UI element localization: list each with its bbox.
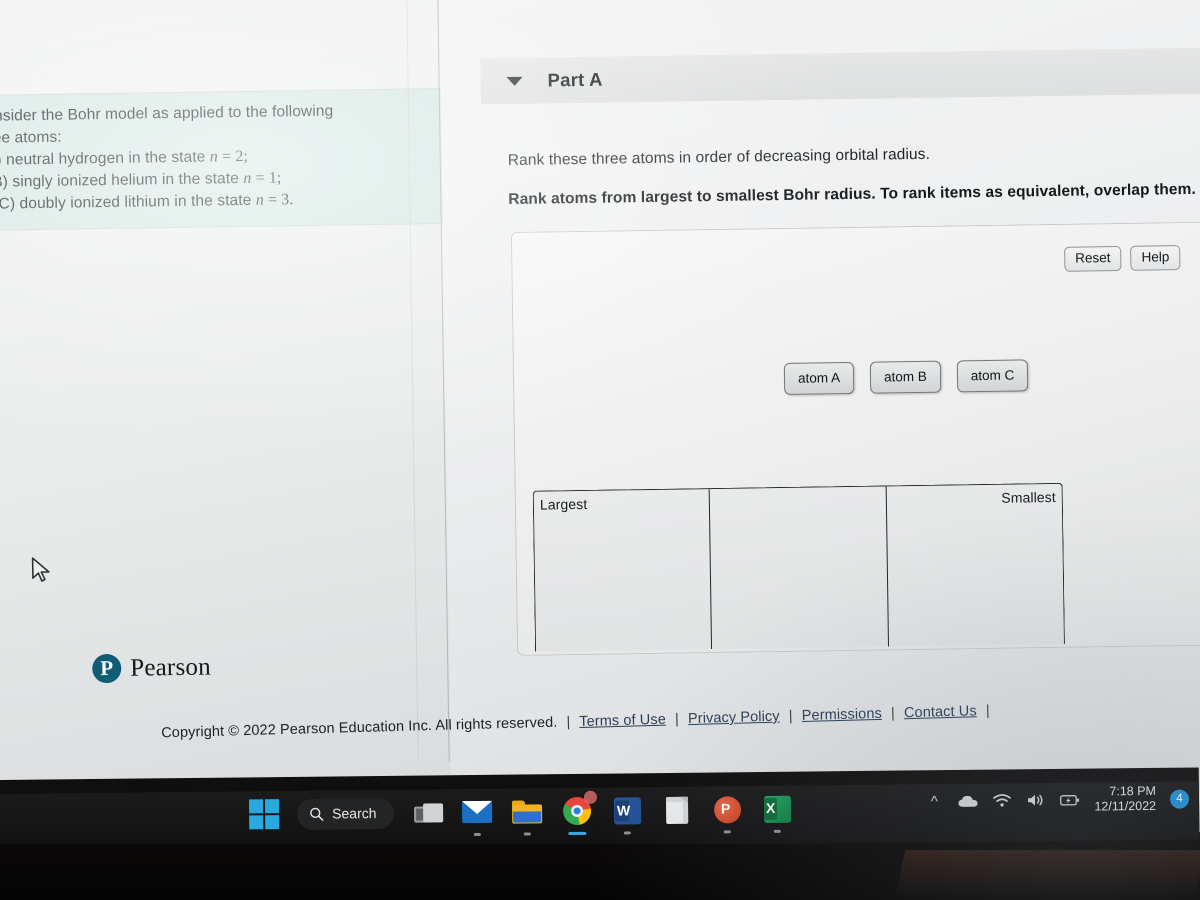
monitor-screen: Consider the Bohr model as applied to th… (0, 0, 1200, 850)
running-indicator (474, 832, 482, 837)
speaker-icon[interactable] (1026, 791, 1046, 809)
cloud-icon[interactable] (958, 792, 978, 810)
battery-charging-icon[interactable] (1060, 791, 1080, 809)
link-permissions[interactable]: Permissions (802, 706, 882, 724)
clock-date: 12/11/2022 (1094, 798, 1157, 814)
taskbar-item-powerpoint[interactable]: P (710, 792, 744, 834)
taskbar-item-task-view[interactable] (410, 795, 444, 829)
windows-logo-icon (248, 798, 280, 830)
pearson-p-icon: P (92, 653, 122, 684)
workspace-toolbar: Reset Help (1064, 245, 1181, 272)
taskbar-item-mail[interactable] (460, 795, 494, 837)
ranking-instruction: Rank atoms from largest to smallest Bohr… (508, 180, 1196, 209)
document-icon (666, 796, 689, 824)
reset-button[interactable]: Reset (1064, 245, 1122, 272)
answer-workspace: Reset Help atom A atom B atom C Largest (510, 221, 1200, 656)
link-contact-us[interactable]: Contact Us (904, 703, 977, 721)
mouse-pointer-icon (31, 557, 50, 582)
running-indicator-active (568, 831, 587, 836)
pearson-wordmark: Pearson (130, 653, 212, 682)
task-view-icon (414, 802, 444, 823)
notification-count-badge[interactable]: 4 (1169, 789, 1190, 809)
drop-zone-3[interactable]: Smallest (885, 483, 1064, 647)
running-indicator (624, 831, 632, 835)
taskbar-clock[interactable]: 7:18 PM 12/11/2022 (1094, 784, 1156, 815)
drop-zone-2[interactable] (708, 486, 888, 650)
start-button[interactable] (247, 797, 281, 831)
taskbar-item-excel[interactable]: X (760, 792, 794, 833)
draggable-item-atom-a[interactable]: atom A (783, 361, 855, 395)
system-tray: ^ 7:18 PM 12/11/2022 4 (924, 784, 1190, 817)
bin-label-smallest: Smallest (1001, 488, 1056, 506)
monitor-bezel-bottom (0, 844, 1200, 900)
footer-separator-1: | (566, 714, 571, 731)
footer-separator-2: | (674, 711, 680, 728)
wifi-icon[interactable] (992, 791, 1012, 809)
file-explorer-icon (512, 799, 543, 824)
link-terms-of-use[interactable]: Terms of Use (579, 712, 666, 730)
link-privacy-policy[interactable]: Privacy Policy (688, 709, 780, 727)
part-a-header[interactable]: Part A (480, 47, 1200, 105)
mail-icon (462, 800, 493, 824)
running-indicator (724, 830, 732, 834)
search-label: Search (332, 805, 377, 822)
footer-separator-4: | (890, 705, 896, 722)
search-button[interactable]: Search (296, 797, 395, 830)
help-button[interactable]: Help (1130, 245, 1181, 271)
taskbar-items: Search W P X (247, 790, 795, 837)
search-icon (310, 807, 324, 821)
question-prompt: Rank these three atoms in order of decre… (507, 145, 931, 170)
taskbar-item-word[interactable]: W (610, 793, 644, 835)
word-icon: W (613, 796, 642, 825)
powerpoint-icon: P (713, 795, 742, 824)
draggable-item-atom-c[interactable]: atom C (956, 359, 1029, 393)
draggable-items-tray: atom A atom B atom C (783, 359, 1029, 395)
problem-statement-box: Consider the Bohr model as applied to th… (0, 88, 448, 231)
notification-badge-icon (584, 790, 598, 804)
excel-icon: X (763, 795, 792, 823)
caret-down-icon[interactable] (506, 76, 523, 86)
running-indicator (774, 829, 782, 833)
taskbar-item-document[interactable] (660, 793, 694, 827)
part-a-title: Part A (547, 68, 603, 91)
ranking-bins: Largest Smallest (532, 482, 1065, 652)
chevron-up-icon[interactable]: ^ (924, 792, 944, 810)
desk-reflection (894, 850, 1200, 900)
draggable-item-atom-b[interactable]: atom B (869, 360, 942, 394)
pearson-logo: P Pearson (92, 653, 211, 684)
taskbar-item-file-explorer[interactable] (510, 794, 544, 836)
drop-zone-1[interactable]: Largest (534, 489, 712, 652)
running-indicator (524, 832, 532, 836)
screenshot-root: Consider the Bohr model as applied to th… (0, 0, 1200, 900)
bin-label-largest: Largest (539, 495, 588, 513)
footer-separator-5: | (985, 702, 990, 720)
taskbar-item-chrome[interactable] (560, 790, 598, 836)
clock-time: 7:18 PM (1109, 783, 1156, 799)
footer-separator-3: | (788, 708, 793, 725)
